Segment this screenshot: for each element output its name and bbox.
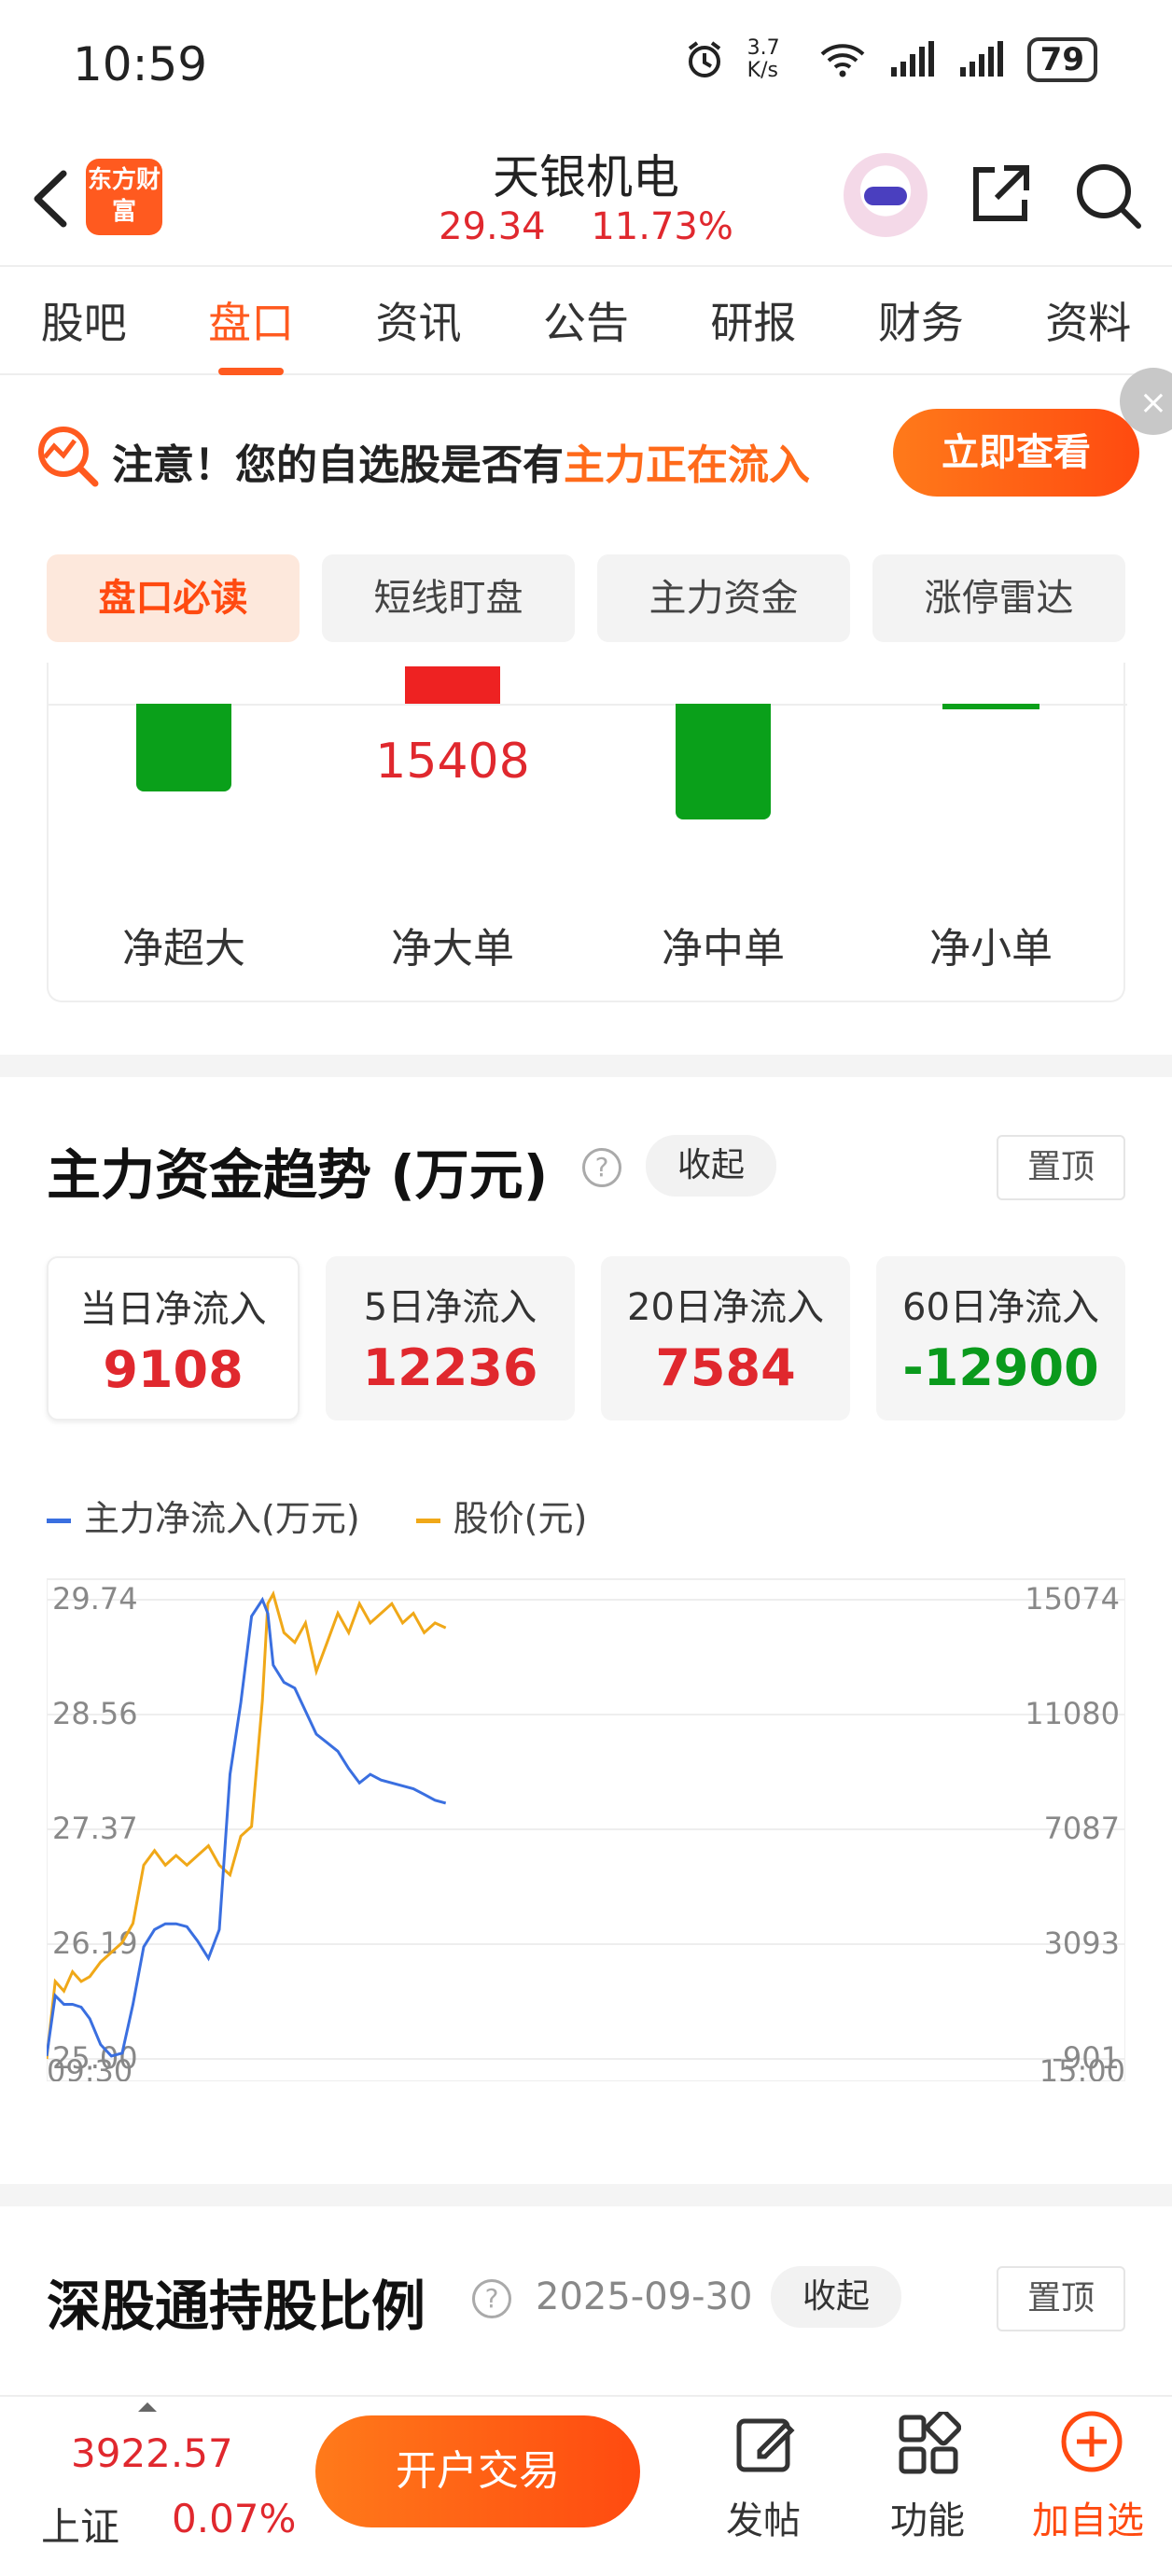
legend-inflow-label: 主力净流入(万元) xyxy=(84,1498,360,1539)
sub-tabs: 盘口必读 短线盯盘 主力资金 涨停雷达 xyxy=(47,554,1125,642)
subtab-main-funds[interactable]: 主力资金 xyxy=(597,554,850,642)
legend-inflow: 主力净流入(万元) xyxy=(47,1490,360,1541)
tab-pankou[interactable]: 盘口 xyxy=(201,289,301,351)
legend-price-label: 股价(元) xyxy=(453,1498,588,1539)
status-icons: 3.7 K/s 79 xyxy=(684,37,1097,82)
stock-change: 11.73% xyxy=(591,205,733,248)
label-large: 净大单 xyxy=(391,925,514,973)
assistant-robot-icon[interactable] xyxy=(844,153,928,237)
functions-label[interactable]: 功能 xyxy=(890,2490,965,2544)
tab-profile[interactable]: 资料 xyxy=(1038,289,1138,351)
x-tick: 15:00 xyxy=(1039,2053,1125,2081)
stat-today[interactable]: 当日净流入 9108 xyxy=(47,1256,300,1421)
radar-search-icon xyxy=(38,427,99,487)
stat-5day[interactable]: 5日净流入 12236 xyxy=(326,1256,575,1421)
share-icon[interactable] xyxy=(967,161,1034,228)
stat-60day-label: 60日净流入 xyxy=(902,1286,1099,1329)
subtab-must-read[interactable]: 盘口必读 xyxy=(47,554,300,642)
index-up-arrow-icon xyxy=(138,2402,157,2412)
y-left-tick: 27.37 xyxy=(52,1811,138,1846)
large-order-value: 15408 xyxy=(375,734,530,790)
stat-20day-label: 20日净流入 xyxy=(627,1286,824,1329)
legend-price: 股价(元) xyxy=(415,1490,588,1541)
stat-5day-value: 12236 xyxy=(362,1338,538,1397)
tab-announcement[interactable]: 公告 xyxy=(536,289,636,351)
y-left-tick: 26.19 xyxy=(52,1925,138,1961)
view-now-button[interactable]: 立即查看 xyxy=(893,409,1139,497)
post-label[interactable]: 发帖 xyxy=(726,2490,801,2544)
index-value[interactable]: 3922.57 xyxy=(71,2430,233,2476)
add-watchlist-label[interactable]: 加自选 xyxy=(1032,2490,1144,2544)
clock: 10:59 xyxy=(73,37,208,91)
battery-icon: 79 xyxy=(1026,37,1097,82)
functions-grid-icon[interactable] xyxy=(896,2412,961,2477)
stat-20day[interactable]: 20日净流入 7584 xyxy=(601,1256,850,1421)
add-watchlist-icon[interactable] xyxy=(1058,2408,1125,2475)
bar-large xyxy=(405,666,500,704)
section-divider xyxy=(0,1055,1172,1077)
tab-finance[interactable]: 财务 xyxy=(871,289,971,351)
main-tabs: 股吧 盘口 资讯 公告 研报 财务 资料 xyxy=(0,265,1172,375)
x-tick: 09:30 xyxy=(47,2053,133,2081)
net-speed: 3.7 K/s xyxy=(746,36,780,82)
hk-collapse-button[interactable]: 收起 xyxy=(771,2266,901,2328)
hk-help-icon[interactable]: ? xyxy=(472,2279,511,2318)
chart-ticks: 29.74 1507428.56 1108027.37 708726.19 309325… xyxy=(47,1581,1125,2081)
index-change[interactable]: 0.07% xyxy=(172,2496,296,2541)
banner-text-prefix: 注意！您的自选股是否有 xyxy=(112,441,564,489)
tab-news[interactable]: 资讯 xyxy=(369,289,469,351)
banner-text-highlight: 主力正在流入 xyxy=(564,441,810,489)
subtab-short-watch[interactable]: 短线盯盘 xyxy=(322,554,575,642)
stat-5day-label: 5日净流入 xyxy=(363,1286,537,1329)
tab-research[interactable]: 研报 xyxy=(703,289,803,351)
app-screen: { "status_bar":{"time":"10:59","net_spee… xyxy=(0,0,1172,2576)
post-edit-icon[interactable] xyxy=(733,2412,799,2477)
search-icon[interactable] xyxy=(1073,161,1144,231)
help-icon[interactable]: ? xyxy=(582,1148,621,1187)
stock-header: 东方财富 天银机电 29.34 11.73% xyxy=(0,140,1172,261)
chart-legend: 主力净流入(万元) 股价(元) xyxy=(47,1490,587,1541)
bar-medium xyxy=(676,704,771,819)
stock-price: 29.34 xyxy=(439,205,546,248)
trend-title: 主力资金趋势 (万元) xyxy=(47,1143,549,1207)
hk-date: 2025-09-30 xyxy=(536,2275,753,2318)
section-divider-2 xyxy=(0,2184,1172,2206)
stat-20day-value: 7584 xyxy=(655,1338,796,1397)
bar-small xyxy=(942,704,1039,709)
index-name[interactable]: 上证 xyxy=(41,2496,119,2553)
signal-icon-1 xyxy=(890,41,934,77)
pin-top-button[interactable]: 置顶 xyxy=(997,1135,1125,1200)
label-super-large: 净超大 xyxy=(122,925,245,973)
stat-today-value: 9108 xyxy=(103,1340,244,1399)
order-flow-card: 15408 净超大 净大单 净中单 净小单 xyxy=(47,663,1127,1002)
y-right-tick: 15074 xyxy=(1025,1581,1120,1617)
status-bar: 10:59 3.7 K/s 79 xyxy=(0,0,1172,131)
wifi-icon xyxy=(820,44,865,77)
banner-text: 注意！您的自选股是否有主力正在流入 xyxy=(112,431,810,491)
hk-pin-top-button[interactable]: 置顶 xyxy=(997,2266,1125,2331)
tab-guba[interactable]: 股吧 xyxy=(34,289,134,351)
y-right-tick: 7087 xyxy=(1044,1811,1120,1846)
label-small: 净小单 xyxy=(929,925,1053,973)
net-inflow-stats: 当日净流入 9108 5日净流入 12236 20日净流入 7584 60日净流… xyxy=(47,1256,1125,1421)
subtab-limit-radar[interactable]: 涨停雷达 xyxy=(872,554,1125,642)
bottom-bar: 3922.57 上证 0.07% 开户交易 发帖 功能 加自选 xyxy=(0,2395,1172,2576)
y-right-tick: 3093 xyxy=(1044,1925,1120,1961)
label-medium: 净中单 xyxy=(662,925,785,973)
open-account-trade-button[interactable]: 开户交易 xyxy=(315,2415,640,2527)
bar-super-large xyxy=(136,704,231,791)
y-left-tick: 29.74 xyxy=(52,1581,138,1617)
alarm-icon xyxy=(688,41,720,77)
trend-chart: 29.74 1507428.56 1108027.37 708726.19 309325… xyxy=(47,1578,1125,2081)
stat-60day[interactable]: 60日净流入 -12900 xyxy=(876,1256,1125,1421)
promo-banner: 注意！您的自选股是否有主力正在流入 立即查看 × xyxy=(0,368,1172,515)
chart-grid xyxy=(47,1599,1125,2060)
y-left-tick: 28.56 xyxy=(52,1696,138,1731)
stat-60day-value: -12900 xyxy=(902,1338,1099,1397)
collapse-button[interactable]: 收起 xyxy=(646,1135,776,1197)
signal-icon-2 xyxy=(959,41,1003,77)
hk-connect-title: 深股通持股比例 xyxy=(47,2275,426,2338)
y-right-tick: 11080 xyxy=(1025,1696,1120,1731)
stat-today-label: 当日净流入 xyxy=(79,1288,267,1331)
